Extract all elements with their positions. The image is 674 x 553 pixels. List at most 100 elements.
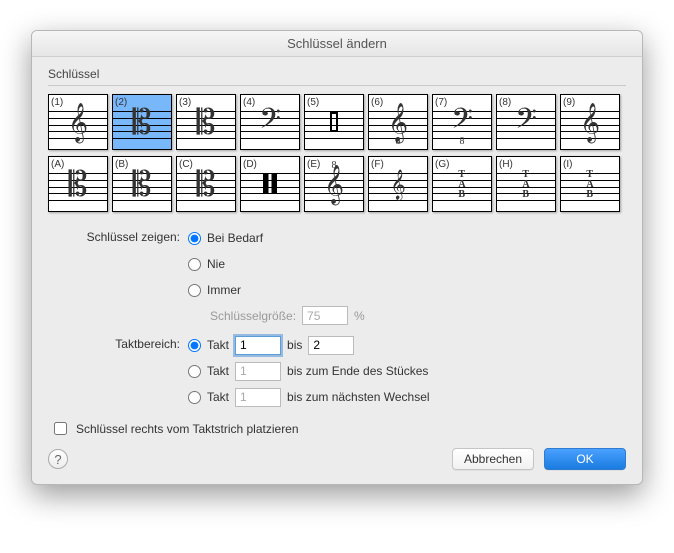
range-option-to-next[interactable]: Takt bis zum nächsten Wechsel [188,387,430,407]
percussion-glyph-icon [330,112,338,132]
ok-button[interactable]: OK [544,448,626,470]
range-radio-from-to[interactable] [188,339,201,352]
clef-number: (5) [307,97,319,108]
clef-glyph-icon: 𝄞 [390,172,405,198]
help-button[interactable]: ? [48,449,68,469]
show-radio-when-needed[interactable] [188,232,201,245]
range-option-to-end[interactable]: Takt bis zum Ende des Stückes [188,361,430,381]
clef-number: (E) [307,159,320,170]
range-from-input-3 [235,388,281,407]
tab-glyph-icon: T A B [522,170,529,200]
octave-marker: 8 [396,136,401,147]
range-to-input[interactable] [308,336,354,355]
clef-cell[interactable]: (G) T A B [432,156,492,212]
clef-cell[interactable]: (8) 𝄢 [496,94,556,150]
clef-number: (2) [115,97,127,108]
clef-number: (6) [371,97,383,108]
clef-glyph-icon: 𝄞 [324,168,344,202]
clef-row-1: (1)𝄞(2)𝄡(3)𝄡(4)𝄢(5)(6)𝄞8(7)𝄢8(8)𝄢(9)𝄞 [48,94,626,150]
clef-glyph-icon: 𝄡 [69,168,88,202]
clef-number: (I) [563,159,572,170]
clef-number: (A) [51,159,64,170]
place-right-checkbox[interactable] [54,422,67,435]
show-clef-label: Schlüssel zeigen: [48,228,188,244]
clef-cell[interactable]: (7)𝄢8 [432,94,492,150]
clef-number: (G) [435,159,449,170]
clef-cell[interactable]: (1)𝄞 [48,94,108,150]
show-option-never[interactable]: Nie [188,254,365,274]
clef-cell[interactable]: (E) 𝄞8 [304,156,364,212]
clef-size-row: Schlüsselgröße: % [210,306,365,325]
dialog-title: Schlüssel ändern [32,31,642,57]
clef-cell[interactable]: (6)𝄞8 [368,94,428,150]
cancel-button[interactable]: Abbrechen [452,448,534,470]
clef-number: (D) [243,159,257,170]
range-row: Taktbereich: Takt bis Takt bis zum Ende … [48,335,626,407]
clef-number: (B) [115,159,128,170]
clef-cell[interactable]: (F) 𝄞 [368,156,428,212]
dialog-content: Schlüssel (1)𝄞(2)𝄡(3)𝄡(4)𝄢(5)(6)𝄞8(7)𝄢8(… [32,57,642,484]
tab-glyph-icon: T A B [458,170,465,200]
clef-cell[interactable]: (D) [240,156,300,212]
percussion-glyph-icon [263,174,277,194]
clef-grid: (1)𝄞(2)𝄡(3)𝄡(4)𝄢(5)(6)𝄞8(7)𝄢8(8)𝄢(9)𝄞 (A… [48,85,626,212]
clef-number: (8) [499,97,511,108]
range-opt-prefix: Takt [207,390,229,404]
place-right-label: Schlüssel rechts vom Taktstrich platzier… [76,422,299,436]
clef-glyph-icon: 𝄡 [133,168,152,202]
range-opt-prefix: Takt [207,338,229,352]
clef-cell[interactable]: (5) [304,94,364,150]
range-opt-tail: bis zum Ende des Stückes [287,364,428,378]
range-from-input[interactable] [235,336,281,355]
clef-glyph-icon: 𝄢 [515,106,537,140]
clef-glyph-icon: 𝄡 [197,168,216,202]
clef-number: (H) [499,159,513,170]
show-option-label: Bei Bedarf [207,231,263,245]
clef-number: (7) [435,97,447,108]
show-option-when-needed[interactable]: Bei Bedarf [188,228,365,248]
clef-number: (3) [179,97,191,108]
octave-marker: 8 [460,136,465,147]
range-opt-prefix: Takt [207,364,229,378]
clef-group-label: Schlüssel [48,67,626,81]
range-label: Taktbereich: [48,335,188,351]
clef-cell[interactable]: (3)𝄡 [176,94,236,150]
range-opt-mid: bis [287,338,302,352]
clef-glyph-icon: 𝄢 [259,106,281,140]
clef-size-label: Schlüsselgröße: [210,309,296,323]
clef-cell[interactable]: (A) 𝄡 [48,156,108,212]
clef-cell[interactable]: (B) 𝄡 [112,156,172,212]
clef-cell[interactable]: (2) 𝄡 [112,94,172,150]
clef-row-2: (A)𝄡(B)𝄡(C)𝄡(D)(E)𝄞8(F)𝄞(G)T A B(H)T A B… [48,156,626,212]
clef-number: (9) [563,97,575,108]
place-right-of-barline[interactable]: Schlüssel rechts vom Taktstrich platzier… [50,419,626,438]
show-option-label: Nie [207,257,225,271]
range-opt-tail: bis zum nächsten Wechsel [287,390,430,404]
show-radio-never[interactable] [188,258,201,271]
clef-number: (C) [179,159,193,170]
octave-marker: 8 [332,160,337,171]
clef-glyph-icon: 𝄡 [133,106,152,140]
clef-glyph-icon: 𝄞 [68,106,88,140]
clef-cell[interactable]: (H) T A B [496,156,556,212]
show-option-label: Immer [207,283,241,297]
show-option-always[interactable]: Immer [188,280,365,300]
clef-cell[interactable]: (C) 𝄡 [176,156,236,212]
clef-size-unit: % [354,309,365,323]
range-radio-to-next[interactable] [188,391,201,404]
range-option-from-to[interactable]: Takt bis [188,335,430,355]
clef-cell[interactable]: (9) 𝄞 [560,94,620,150]
clef-number: (F) [371,159,384,170]
range-radio-to-end[interactable] [188,365,201,378]
show-radio-always[interactable] [188,284,201,297]
clef-size-input [302,306,348,325]
show-clef-options: Bei Bedarf Nie Immer Schlüsselgröße: % [188,228,365,325]
clef-cell[interactable]: (4) 𝄢 [240,94,300,150]
clef-glyph-icon: 𝄞 [580,106,600,140]
clef-cell[interactable]: (I) T A B [560,156,620,212]
clef-number: (4) [243,97,255,108]
tab-glyph-icon: T A B [586,170,593,200]
button-group: Abbrechen OK [452,448,626,470]
dialog-window: Schlüssel ändern Schlüssel (1)𝄞(2)𝄡(3)𝄡(… [31,30,643,485]
range-from-input-2 [235,362,281,381]
